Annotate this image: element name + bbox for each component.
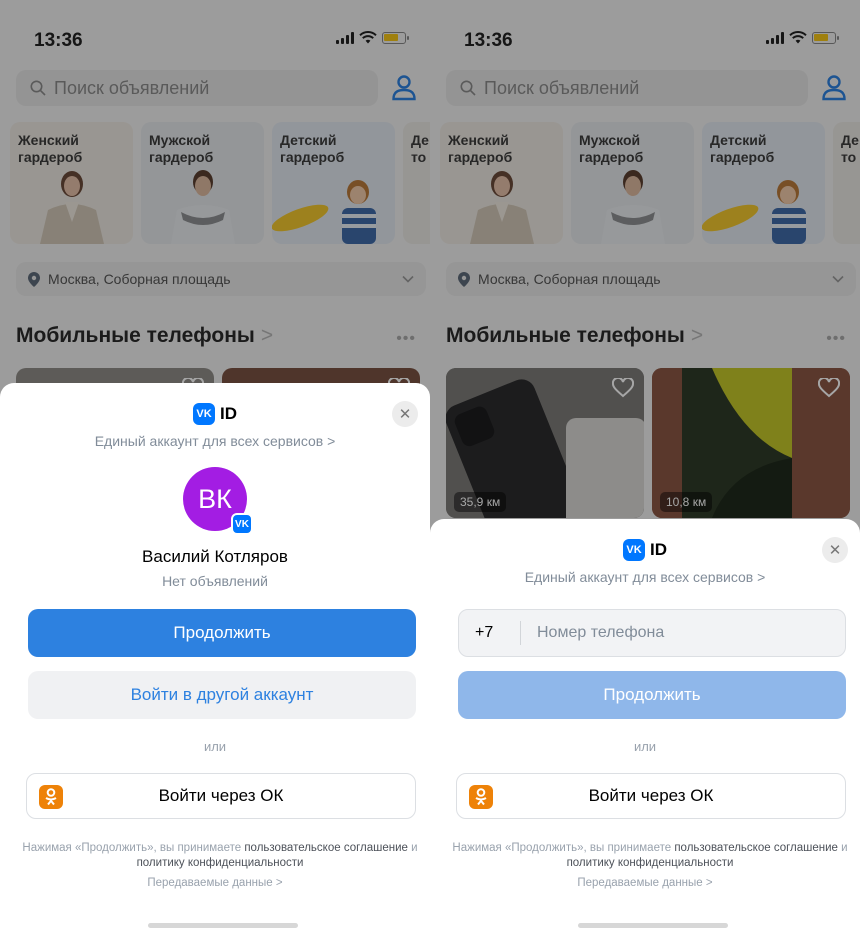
terms-prefix: Нажимая «Продолжить», вы принимаете — [452, 842, 675, 854]
chevron-right-icon: > — [275, 877, 283, 889]
unified-account-text: Единый аккаунт для всех сервисов — [524, 569, 754, 585]
phone-number-field[interactable]: +7 Номер телефона — [458, 609, 846, 657]
or-divider: или — [633, 739, 657, 754]
ok-logo-icon — [469, 785, 493, 809]
privacy-policy-link[interactable]: политику конфиденциальности — [137, 857, 304, 869]
unified-account-link[interactable]: Единый аккаунт для всех сервисов > — [0, 433, 430, 449]
continue-button[interactable]: Продолжить — [28, 609, 416, 657]
user-agreement-link[interactable]: пользовательское соглашение — [244, 842, 408, 854]
home-indicator — [578, 923, 728, 928]
vk-id-sheet: VK ID ✕ Единый аккаунт для всех сервисов… — [0, 383, 430, 928]
close-icon[interactable]: ✕ — [392, 401, 418, 427]
chevron-right-icon: > — [757, 569, 766, 585]
user-subtitle: Нет объявлений — [162, 573, 268, 589]
screenshot-stage: 13:36 Поиск объявлений Женский гардероб … — [0, 0, 860, 928]
vk-id-title: ID — [220, 404, 237, 423]
ok-button-label: Войти через ОК — [158, 786, 284, 805]
transferred-data-link[interactable]: Передаваемые данные > — [0, 877, 430, 889]
continue-button[interactable]: Продолжить — [458, 671, 846, 719]
chevron-right-icon: > — [327, 433, 336, 449]
ok-logo-icon — [39, 785, 63, 809]
vk-logo-icon: VK — [193, 403, 215, 425]
country-code[interactable]: +7 — [459, 621, 521, 645]
unified-account-link[interactable]: Единый аккаунт для всех сервисов > — [430, 569, 860, 585]
avatar: ВК VK — [183, 467, 253, 535]
close-icon[interactable]: ✕ — [822, 537, 848, 563]
user-name: Василий Котляров — [142, 547, 288, 566]
vk-id-sheet: VK ID ✕ Единый аккаунт для всех сервисов… — [430, 519, 860, 928]
phone-number-input[interactable]: Номер телефона — [521, 624, 664, 642]
or-divider: или — [203, 739, 227, 754]
terms-and: и — [837, 842, 848, 854]
terms-text: Нажимая «Продолжить», вы принимаете поль… — [20, 841, 420, 871]
phone-screen-left: 13:36 Поиск объявлений Женский гардероб … — [0, 0, 430, 928]
ok-login-button[interactable]: Войти через ОК — [456, 773, 846, 819]
vk-id-title: ID — [650, 540, 667, 559]
vk-id-header: VK ID — [623, 539, 667, 561]
vk-badge-icon: VK — [231, 513, 253, 535]
avatar-initials: ВК — [198, 483, 232, 514]
home-indicator — [148, 923, 298, 928]
vk-id-header: VK ID — [193, 403, 237, 425]
vk-logo-icon: VK — [623, 539, 645, 561]
transferred-data-text: Передаваемые данные — [147, 877, 273, 889]
terms-text: Нажимая «Продолжить», вы принимаете поль… — [450, 841, 850, 871]
phone-screen-right: 13:36 Поиск объявлений Женский гардероб … — [430, 0, 860, 928]
user-agreement-link[interactable]: пользовательское соглашение — [674, 842, 838, 854]
privacy-policy-link[interactable]: политику конфиденциальности — [567, 857, 734, 869]
ok-button-label: Войти через ОК — [588, 786, 714, 805]
terms-and: и — [407, 842, 418, 854]
chevron-right-icon: > — [705, 877, 713, 889]
unified-account-text: Единый аккаунт для всех сервисов — [94, 433, 324, 449]
other-account-button[interactable]: Войти в другой аккаунт — [28, 671, 416, 719]
terms-prefix: Нажимая «Продолжить», вы принимаете — [22, 842, 245, 854]
transferred-data-text: Передаваемые данные — [577, 877, 703, 889]
ok-login-button[interactable]: Войти через ОК — [26, 773, 416, 819]
transferred-data-link[interactable]: Передаваемые данные > — [430, 877, 860, 889]
